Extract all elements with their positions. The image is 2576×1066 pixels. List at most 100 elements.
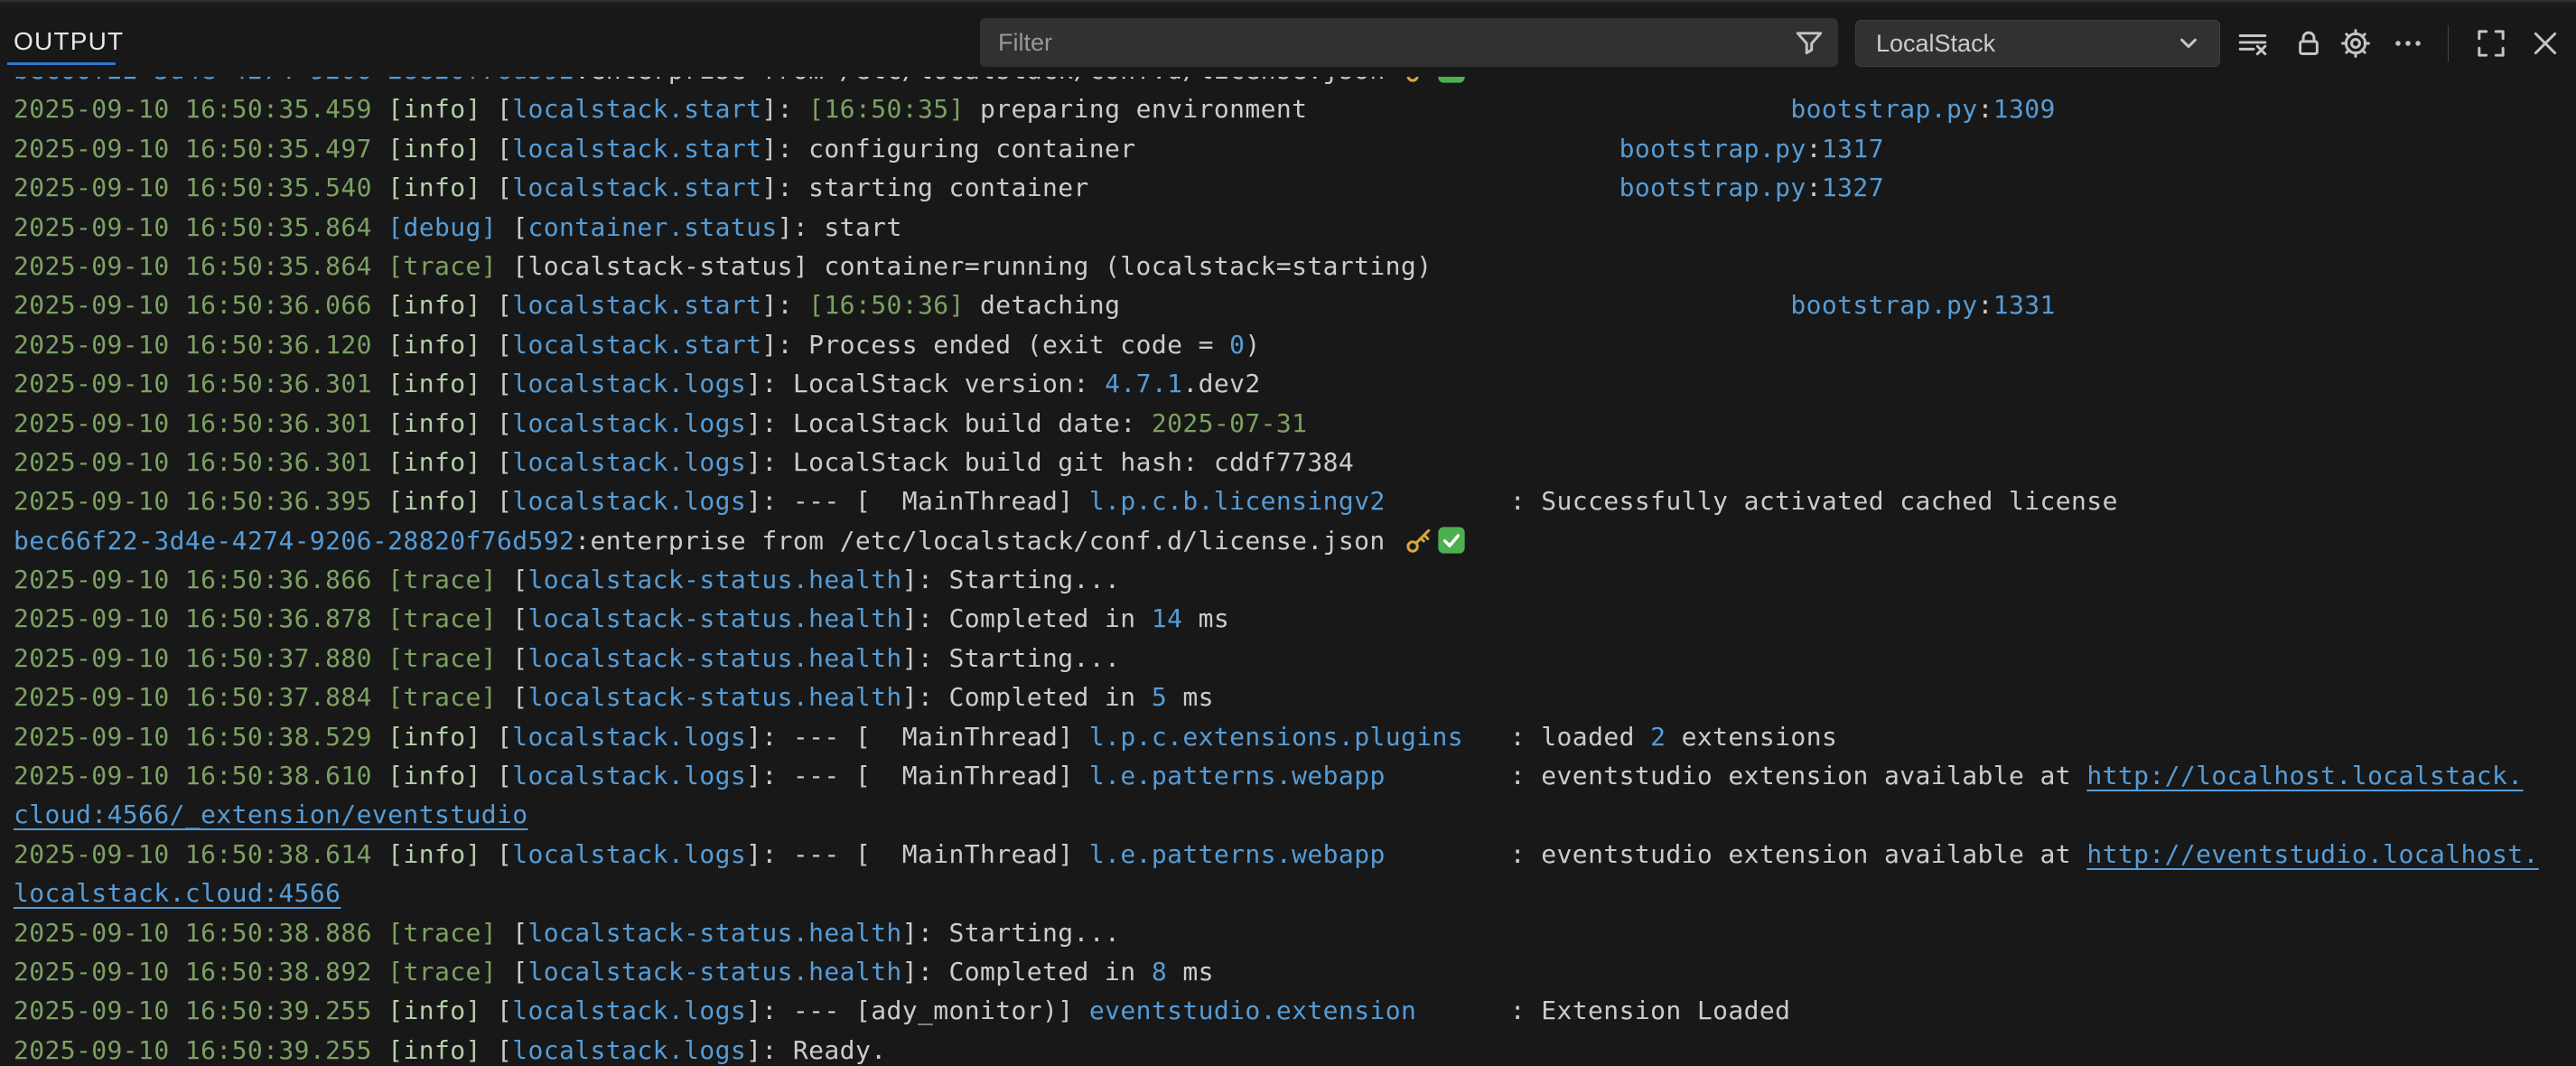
log-line: 2025-09-10 16:50:36.120 [info] [localsta… — [14, 325, 2576, 364]
log-text: [trace] — [387, 957, 497, 987]
log-text: [trace] — [387, 682, 497, 712]
log-text: : — [1978, 94, 1993, 124]
key-icon — [1405, 526, 1433, 555]
log-text: 2025-09-10 16:50:37.884 — [14, 682, 387, 712]
log-text: [ — [497, 839, 512, 869]
log-spacer — [1416, 996, 1510, 1025]
log-text: ]: Completed in — [902, 682, 1152, 712]
panel-header: OUTPUT LocalStack — [0, 0, 2576, 77]
log-text: 14 — [1152, 603, 1183, 633]
close-panel-icon[interactable] — [2529, 27, 2562, 60]
log-spacer — [1120, 290, 1790, 320]
log-line: 2025-09-10 16:50:36.066 [info] [localsta… — [14, 285, 2576, 324]
filter-input[interactable] — [998, 29, 1793, 57]
log-text: [ — [497, 447, 512, 477]
log-text: 2025-09-10 16:50:35.864 — [14, 212, 387, 242]
url-link[interactable]: localstack.cloud:4566 — [14, 878, 341, 908]
log-text: ]: LocalStack build date: — [746, 408, 1152, 438]
log-text: localstack.logs — [512, 761, 746, 790]
log-text: l.p.c.extensions.plugins — [1089, 722, 1463, 752]
log-text: 2025-07-31 — [1152, 408, 1308, 438]
log-text: [ — [497, 369, 512, 398]
log-text: : — [1978, 290, 1993, 320]
log-text: localstack-status.health — [528, 565, 902, 594]
log-line: 2025-09-10 16:50:36.878 [trace] [localst… — [14, 599, 2576, 638]
log-text: [info] — [387, 1035, 497, 1065]
log-text: ) — [1245, 330, 1260, 360]
file-link[interactable]: bootstrap.py — [1619, 134, 1806, 164]
maximize-panel-icon[interactable] — [2475, 27, 2507, 60]
log-text: 2 — [1650, 722, 1666, 752]
log-text: l.e.patterns.webapp — [1089, 761, 1386, 790]
clear-output-icon[interactable] — [2236, 27, 2269, 60]
log-text: [info] — [387, 722, 497, 752]
file-link[interactable]: 1327 — [1822, 173, 1884, 202]
log-text: ]: --- [ MainThread] — [746, 722, 1089, 752]
log-text: 2025-09-10 16:50:36.878 — [14, 603, 387, 633]
log-text: 2025-09-10 16:50:38.886 — [14, 918, 387, 948]
filter-box[interactable] — [980, 18, 1838, 67]
output-log-viewport[interactable]: bec66f22-3d4e-4274-9206-28820f76d592:ent… — [14, 51, 2576, 1066]
log-line: 2025-09-10 16:50:36.301 [info] [localsta… — [14, 364, 2576, 403]
panel-top-border — [0, 0, 2576, 7]
log-text: 2025-09-10 16:50:35.864 — [14, 251, 387, 281]
log-text: 2025-09-10 16:50:36.066 — [14, 290, 387, 320]
log-text: l.p.c.b.licensingv2 — [1089, 486, 1386, 516]
log-text: [trace] — [387, 251, 497, 281]
tab-output[interactable]: OUTPUT — [14, 27, 124, 56]
url-link[interactable]: http://localhost.localstack. — [2086, 761, 2523, 790]
file-link[interactable]: bootstrap.py — [1790, 290, 1977, 320]
log-text: 2025-09-10 16:50:36.866 — [14, 565, 387, 594]
log-line: 2025-09-10 16:50:38.886 [trace] [localst… — [14, 913, 2576, 952]
file-link[interactable]: 1309 — [1993, 94, 2056, 124]
log-text: : eventstudio extension available at — [1510, 839, 2087, 869]
log-text: localstack.logs — [512, 996, 746, 1025]
more-actions-icon[interactable] — [2392, 27, 2424, 60]
log-text: localstack.logs — [512, 486, 746, 516]
url-link[interactable]: cloud:4566/_extension/eventstudio — [14, 800, 528, 829]
log-text: [info] — [387, 173, 497, 202]
log-text: ]: Starting... — [902, 643, 1121, 673]
log-line: 2025-09-10 16:50:38.892 [trace] [localst… — [14, 952, 2576, 991]
log-text: [trace] — [387, 565, 497, 594]
log-spacer — [1136, 134, 1619, 164]
log-text: [trace] — [387, 918, 497, 948]
channel-select[interactable]: LocalStack — [1855, 20, 2220, 67]
log-text: [info] — [387, 369, 497, 398]
log-line: cloud:4566/_extension/eventstudio — [14, 795, 2576, 834]
log-spacer — [1386, 839, 1510, 869]
log-text: preparing environment — [965, 94, 1308, 124]
log-line: 2025-09-10 16:50:38.610 [info] [localsta… — [14, 756, 2576, 795]
check-mark-icon — [1437, 526, 1466, 555]
log-text: : — [1806, 173, 1822, 202]
log-text: localstack-status.health — [528, 682, 902, 712]
log-text: [ — [497, 94, 512, 124]
file-link[interactable]: bootstrap.py — [1790, 94, 1977, 124]
log-line: 2025-09-10 16:50:35.497 [info] [localsta… — [14, 129, 2576, 168]
log-text: bec66f22-3d4e-4274-9206-28820f76d592 — [14, 526, 574, 556]
log-text: 4.7.1 — [1105, 369, 1182, 398]
file-link[interactable]: 1317 — [1822, 134, 1884, 164]
file-link[interactable]: bootstrap.py — [1619, 173, 1806, 202]
log-text: 2025-09-10 16:50:39.255 — [14, 996, 387, 1025]
log-text: [ — [497, 408, 512, 438]
log-spacer — [1386, 761, 1510, 790]
gear-icon[interactable] — [2339, 27, 2372, 60]
log-text: ]: --- [ MainThread] — [746, 839, 1089, 869]
log-text: 2025-09-10 16:50:38.892 — [14, 957, 387, 987]
log-line: 2025-09-10 16:50:35.540 [info] [localsta… — [14, 168, 2576, 207]
log-text: 2025-09-10 16:50:39.255 — [14, 1035, 387, 1065]
log-text: ]: start — [778, 212, 902, 242]
file-link[interactable]: 1331 — [1993, 290, 2056, 320]
log-text: : Successfully activated cached license — [1510, 486, 2118, 516]
log-text: [info] — [387, 447, 497, 477]
log-text: localstack.start — [512, 134, 761, 164]
log-text: : loaded — [1510, 722, 1650, 752]
lock-icon[interactable] — [2292, 27, 2325, 60]
channel-select-value: LocalStack — [1876, 30, 2172, 58]
filter-icon[interactable] — [1793, 26, 1825, 59]
log-line: 2025-09-10 16:50:36.301 [info] [localsta… — [14, 443, 2576, 482]
log-text: [info] — [387, 408, 497, 438]
url-link[interactable]: http://eventstudio.localhost. — [2086, 839, 2538, 869]
log-text: [info] — [387, 486, 497, 516]
